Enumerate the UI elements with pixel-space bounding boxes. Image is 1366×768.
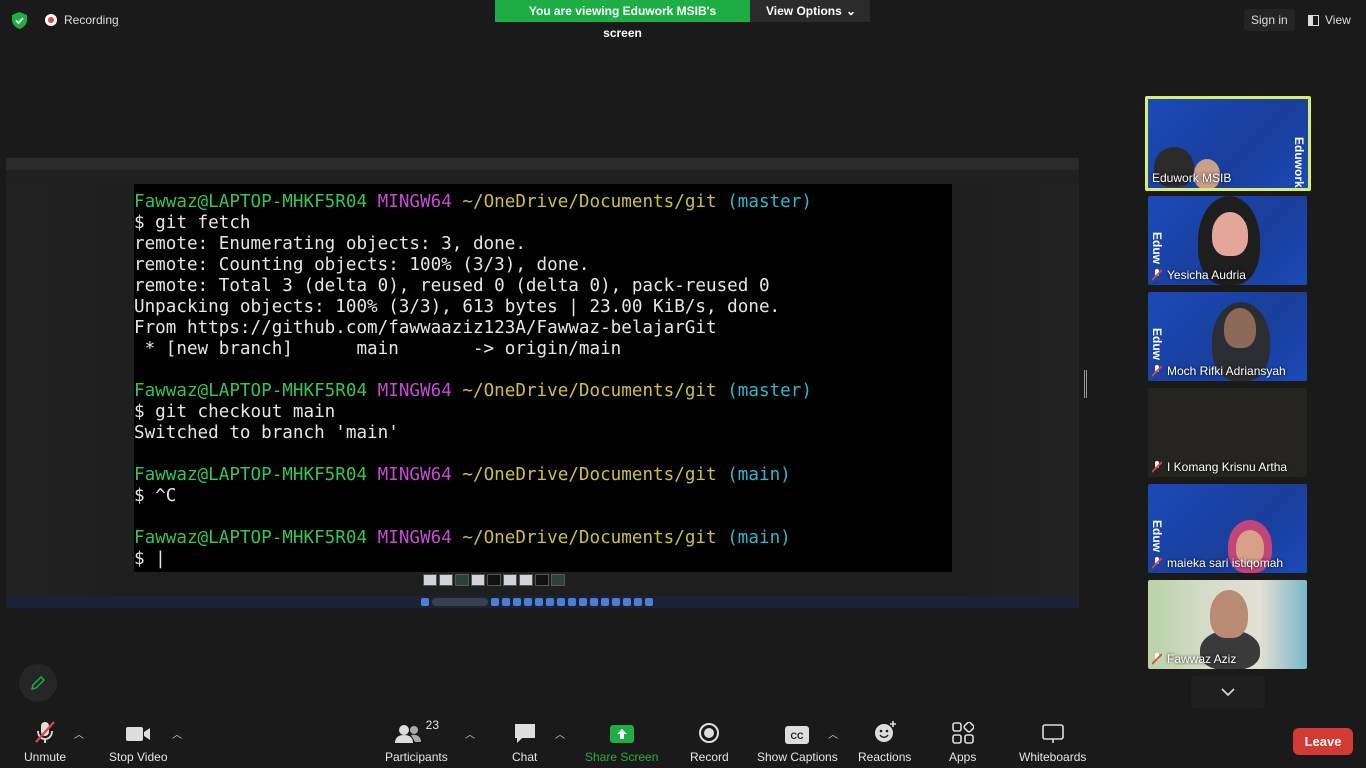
pencil-icon bbox=[30, 675, 46, 691]
closed-captions-icon: CC bbox=[785, 726, 810, 744]
recording-indicator[interactable]: Recording bbox=[45, 13, 119, 27]
participant-name: Fawwaz Aziz bbox=[1152, 652, 1236, 666]
share-screen-button[interactable]: Share Screen bbox=[585, 720, 658, 764]
participant-tile-maieka[interactable]: Eduw maieka sari istiqomah bbox=[1148, 484, 1307, 573]
leave-button[interactable]: Leave bbox=[1293, 728, 1353, 755]
participant-name: Moch Rifki Adriansyah bbox=[1152, 364, 1286, 378]
shared-window-toolbar bbox=[6, 170, 1079, 184]
svg-text:CC: CC bbox=[791, 731, 804, 741]
smiley-face-icon bbox=[874, 721, 896, 742]
terminal-output: Fawwaz@LAPTOP-MHKF5R04 MINGW64 ~/OneDriv… bbox=[134, 184, 952, 572]
terminal-line: remote: Enumerating objects: 3, done. bbox=[134, 234, 526, 254]
participants-count: 23 bbox=[425, 718, 440, 732]
share-screen-label: Share Screen bbox=[585, 750, 659, 764]
mic-muted-icon bbox=[1152, 461, 1162, 473]
participant-tile-fawwaz[interactable]: Fawwaz Aziz bbox=[1148, 580, 1307, 669]
participant-name: I Komang Krisnu Artha bbox=[1152, 460, 1287, 474]
record-icon bbox=[699, 723, 720, 743]
terminal-line: $ ^C bbox=[134, 486, 177, 506]
terminal-line: Switched to branch 'main' bbox=[134, 423, 399, 443]
whiteboard-icon bbox=[1041, 724, 1064, 743]
participant-tile-yesicha[interactable]: Eduw Yesicha Audria bbox=[1148, 196, 1307, 285]
apps-grid-icon bbox=[951, 722, 974, 744]
unmute-button[interactable]: Unmute bbox=[24, 720, 66, 764]
layout-grid-icon bbox=[1308, 14, 1319, 26]
participant-name: maieka sari istiqomah bbox=[1152, 556, 1283, 570]
stop-video-label: Stop Video bbox=[109, 750, 168, 764]
viewing-banner: You are viewing Eduwork MSIB's screen bbox=[495, 0, 750, 40]
terminal-line: From https://github.com/fawwaaziz123A/Fa… bbox=[134, 318, 717, 338]
apps-button[interactable]: Apps bbox=[949, 720, 976, 764]
chevron-down-icon: ⌄ bbox=[845, 4, 856, 18]
mic-muted-icon bbox=[1152, 653, 1162, 665]
top-bar: Recording You are viewing Eduwork MSIB's… bbox=[0, 0, 1366, 40]
viewing-bar: You are viewing Eduwork MSIB's screen Vi… bbox=[495, 0, 870, 40]
record-label: Record bbox=[690, 750, 729, 764]
participants-icon bbox=[394, 725, 421, 743]
meeting-toolbar: Unmute ︿ Stop Video ︿ 23 Participants ︿ … bbox=[0, 712, 1366, 768]
view-options-label: View Options bbox=[766, 4, 842, 18]
terminal-line: Unpacking objects: 100% (3/3), 613 bytes… bbox=[134, 297, 781, 317]
terminal-line: Fawwaz@LAPTOP-MHKF5R04 MINGW64 ~/OneDriv… bbox=[134, 192, 812, 212]
participant-name: Yesicha Audria bbox=[1152, 268, 1246, 282]
participant-name: Eduwork MSIB bbox=[1152, 171, 1232, 185]
participant-tile-eduwork[interactable]: Eduwork Eduwork MSIB bbox=[1145, 96, 1311, 191]
terminal-line: $ git fetch bbox=[134, 213, 251, 233]
chevron-down-icon bbox=[1221, 688, 1235, 696]
show-captions-label: Show Captions bbox=[757, 750, 838, 764]
view-options-button[interactable]: View Options ⌄ bbox=[750, 0, 870, 22]
terminal-line: remote: Total 3 (delta 0), reused 0 (del… bbox=[134, 276, 770, 296]
terminal-line: remote: Counting objects: 100% (3/3), do… bbox=[134, 255, 590, 275]
shared-taskbar bbox=[6, 596, 1079, 608]
terminal-line: Fawwaz@LAPTOP-MHKF5R04 MINGW64 ~/OneDriv… bbox=[134, 465, 791, 485]
terminal-line: * [new branch] main -> origin/main bbox=[134, 339, 622, 359]
unmute-label: Unmute bbox=[24, 750, 67, 764]
apps-label: Apps bbox=[949, 750, 977, 764]
shared-screen[interactable]: Fawwaz@LAPTOP-MHKF5R04 MINGW64 ~/OneDriv… bbox=[6, 158, 1079, 608]
security-shield-icon[interactable] bbox=[12, 12, 27, 29]
terminal-line: Fawwaz@LAPTOP-MHKF5R04 MINGW64 ~/OneDriv… bbox=[134, 381, 812, 401]
image-thumbnail-strip bbox=[423, 574, 565, 586]
view-button[interactable]: View bbox=[1302, 9, 1357, 31]
mic-muted-icon bbox=[35, 721, 55, 743]
mic-muted-icon bbox=[1152, 365, 1162, 377]
participant-tile-moch-rifki[interactable]: Eduw Moch Rifki Adriansyah bbox=[1148, 292, 1307, 381]
stop-video-button[interactable]: Stop Video bbox=[109, 720, 168, 764]
participant-tile-komang[interactable]: I Komang Krisnu Artha bbox=[1148, 388, 1307, 477]
chat-label: Chat bbox=[512, 750, 538, 764]
participants-button[interactable]: 23 Participants bbox=[385, 718, 448, 764]
resize-handle[interactable] bbox=[1084, 370, 1087, 398]
share-screen-icon bbox=[609, 725, 634, 743]
participants-options-caret[interactable]: ︿ bbox=[465, 726, 475, 741]
mic-muted-icon bbox=[1152, 269, 1162, 281]
view-label: View bbox=[1325, 13, 1351, 27]
video-camera-icon bbox=[126, 727, 151, 741]
terminal-line: $ git checkout main bbox=[134, 402, 336, 422]
record-button[interactable]: Record bbox=[690, 720, 729, 764]
mic-muted-icon bbox=[1152, 557, 1162, 569]
terminal-line: $ | bbox=[134, 549, 166, 569]
scroll-participants-down-button[interactable] bbox=[1191, 676, 1265, 708]
shared-window-titlebar bbox=[6, 158, 1079, 170]
sign-in-button[interactable]: Sign in bbox=[1244, 9, 1295, 31]
reactions-button[interactable]: Reactions bbox=[858, 720, 911, 764]
terminal-line: Fawwaz@LAPTOP-MHKF5R04 MINGW64 ~/OneDriv… bbox=[134, 528, 791, 548]
captions-options-caret[interactable]: ︿ bbox=[828, 726, 838, 741]
reactions-label: Reactions bbox=[858, 750, 912, 764]
audio-options-caret[interactable]: ︿ bbox=[74, 726, 84, 741]
recording-dot-icon bbox=[45, 14, 57, 26]
chat-button[interactable]: Chat bbox=[512, 720, 537, 764]
chat-options-caret[interactable]: ︿ bbox=[555, 726, 565, 741]
whiteboards-button[interactable]: Whiteboards bbox=[1019, 720, 1086, 764]
recording-label: Recording bbox=[64, 13, 119, 27]
participants-label: Participants bbox=[385, 750, 448, 764]
whiteboards-label: Whiteboards bbox=[1019, 750, 1087, 764]
chat-bubble-icon bbox=[514, 724, 535, 743]
video-options-caret[interactable]: ︿ bbox=[172, 726, 182, 741]
annotate-button[interactable] bbox=[19, 664, 57, 702]
show-captions-button[interactable]: CC Show Captions bbox=[757, 720, 838, 764]
